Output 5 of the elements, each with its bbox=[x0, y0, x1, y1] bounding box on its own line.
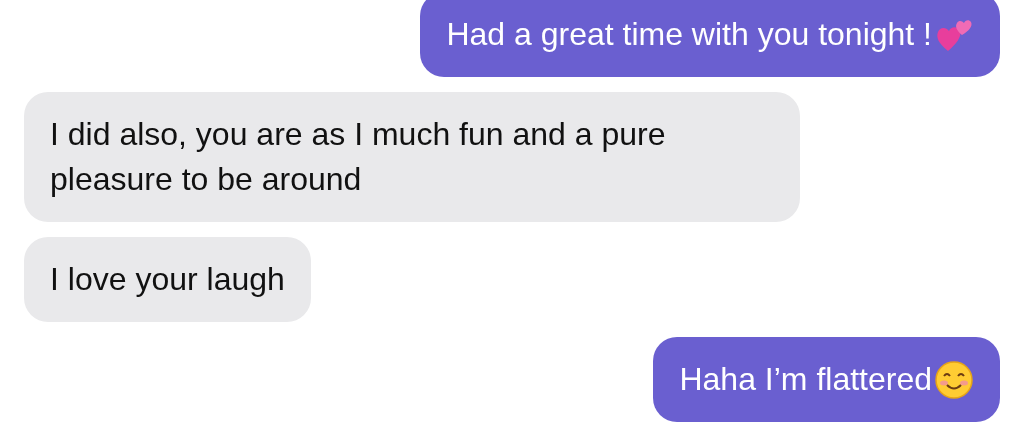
message-bubble: I love your laugh bbox=[24, 237, 311, 322]
message-bubble: I did also, you are as I much fun and a pure pleasure to be around bbox=[24, 92, 800, 222]
message-bubble: Haha I’m flattered bbox=[653, 337, 1000, 422]
message-bubble: Had a great time with you tonight ! bbox=[420, 0, 1000, 77]
smiling-face-icon bbox=[934, 359, 974, 400]
